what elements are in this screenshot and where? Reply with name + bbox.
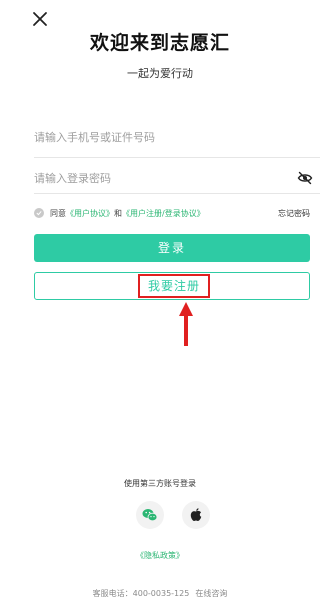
close-icon [33,12,47,26]
agreement-row: 同意《用户协议》和《用户注册/登录协议》 忘记密码 [34,207,310,221]
red-arrow-annotation [179,302,193,346]
service-phone: 客服电话：400-0035-125 [92,589,190,598]
forgot-password-link[interactable]: 忘记密码 [278,208,310,219]
phone-input[interactable] [34,126,274,148]
apple-login-button[interactable] [182,501,210,529]
close-button[interactable] [30,9,50,29]
apple-icon [190,508,202,521]
agree-label: 同意 [50,209,66,218]
agreement-checkbox[interactable] [34,208,44,218]
password-input[interactable] [34,167,274,189]
password-field [34,167,320,207]
register-button[interactable]: 我要注册 [34,272,310,300]
check-icon [36,211,42,216]
wechat-icon [142,509,158,522]
user-agreement-link[interactable]: 《用户协议》 [66,209,114,218]
privacy-policy-link[interactable]: 《隐私政策》 [0,550,320,561]
register-label: 我要注册 [138,274,210,298]
third-party-login-label: 使用第三方账号登录 [124,479,196,488]
register-login-agreement-link[interactable]: 《用户注册/登录协议》 [122,209,205,218]
page-title: 欢迎来到志愿汇 [89,32,230,54]
footer: 客服电话：400-0035-125 在线咨询 [0,588,320,599]
wechat-login-button[interactable] [136,501,164,529]
eye-hidden-icon [297,171,313,185]
password-divider [34,193,320,194]
page-subtitle: 一起为爱行动 [127,67,193,80]
agreement-text: 同意《用户协议》和《用户注册/登录协议》 [50,208,205,219]
online-consult-link[interactable]: 在线咨询 [195,589,227,598]
phone-field [34,126,320,166]
login-button[interactable]: 登录 [34,234,310,262]
password-visibility-toggle[interactable] [297,170,313,185]
agreement-and-label: 和 [114,209,122,218]
phone-divider [34,157,320,158]
